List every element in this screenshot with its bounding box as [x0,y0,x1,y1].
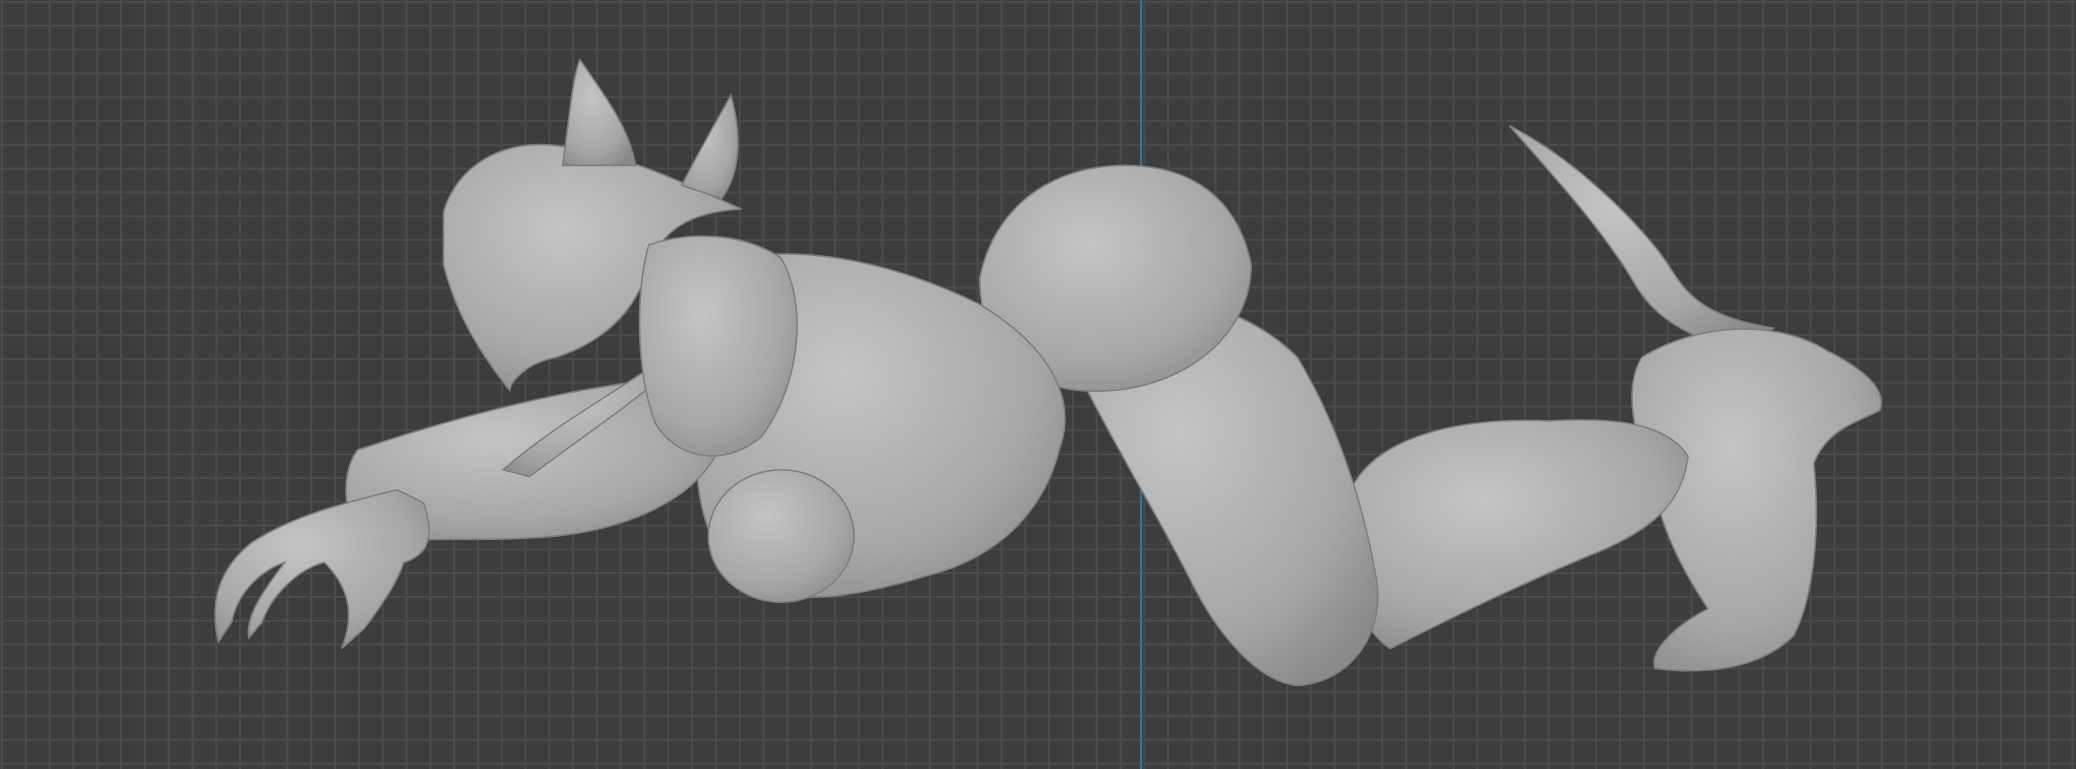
sculpt-mesh[interactable] [0,0,2076,769]
ear-left [561,57,637,167]
lower-leg [1344,419,1689,650]
chest [707,469,855,604]
ear-right [680,93,739,200]
3d-viewport[interactable] [0,0,2076,769]
hand [214,488,430,650]
tail [1508,125,1775,348]
